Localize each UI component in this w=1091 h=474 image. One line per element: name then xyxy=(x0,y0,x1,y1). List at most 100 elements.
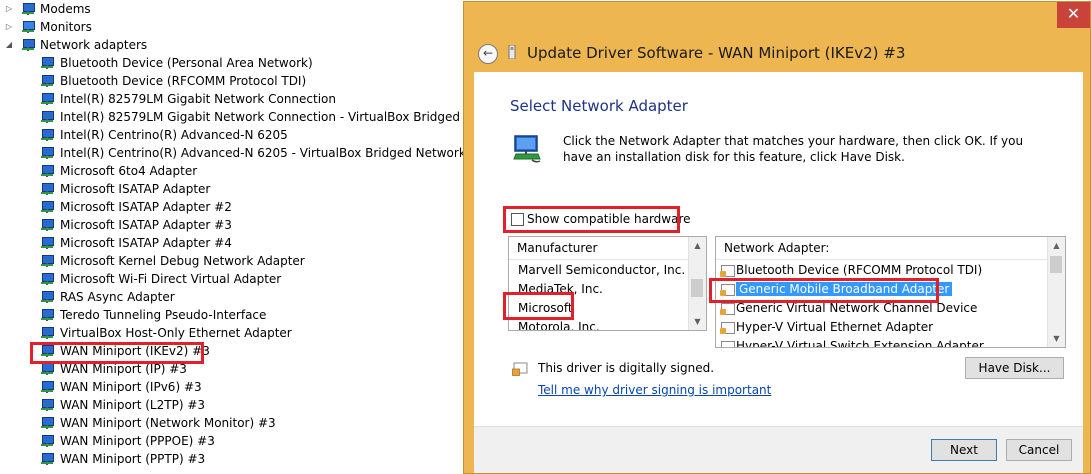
driver-icon xyxy=(508,45,516,59)
tree-item-label: Microsoft ISATAP Adapter #4 xyxy=(60,236,232,250)
network-adapter-icon xyxy=(40,380,54,394)
tree-item-label: Microsoft ISATAP Adapter #3 xyxy=(60,218,232,232)
network-adapter-icon xyxy=(21,38,35,52)
tree-item-label: WAN Miniport (PPTP) #3 xyxy=(60,452,206,466)
scroll-up-icon[interactable]: ▲ xyxy=(1048,237,1065,254)
driver-signing-link[interactable]: Tell me why driver signing is important xyxy=(538,383,771,397)
network-adapter-icon xyxy=(40,74,54,88)
network-adapter-icon xyxy=(40,398,54,412)
scroll-up-icon[interactable]: ▲ xyxy=(689,237,706,254)
network-adapter-icon xyxy=(40,326,54,340)
adapter-scrollbar[interactable]: ▲ ▼ xyxy=(1047,237,1065,347)
network-adapter-icon xyxy=(40,290,54,304)
network-adapter-icon xyxy=(40,254,54,268)
network-adapter-item[interactable]: Hyper-V Virtual Switch Extension Adapter xyxy=(720,337,984,348)
manufacturer-item[interactable]: MediaTek, Inc. xyxy=(518,280,603,299)
network-adapter-item-label: Hyper-V Virtual Switch Extension Adapter xyxy=(736,339,984,348)
network-adapter-icon xyxy=(40,218,54,232)
tree-item-label: Microsoft Kernel Debug Network Adapter xyxy=(60,254,305,268)
back-arrow-icon: ← xyxy=(482,46,494,60)
cancel-button[interactable]: Cancel xyxy=(1006,439,1072,461)
compatible-hardware-label: Show compatible hardware xyxy=(527,212,691,226)
tree-item-label: Teredo Tunneling Pseudo-Interface xyxy=(60,308,267,322)
network-adapter-icon xyxy=(40,308,54,322)
network-adapter-item[interactable]: Generic Virtual Network Channel Device xyxy=(720,299,977,318)
tree-item-label: Bluetooth Device (RFCOMM Protocol TDI) xyxy=(60,74,307,88)
close-button[interactable]: ✕ xyxy=(1057,2,1090,28)
tree-item-label: Intel(R) 82579LM Gigabit Network Connect… xyxy=(60,92,336,106)
dialog-content: Select Network Adapter Click the Network… xyxy=(474,72,1083,473)
driver-certificate-icon xyxy=(720,283,735,296)
tree-item-label: Bluetooth Device (Personal Area Network) xyxy=(60,56,313,70)
network-adapter-icon xyxy=(40,344,54,358)
manufacturer-list[interactable]: Manufacturer Marvell Semiconductor, Inc.… xyxy=(508,236,707,331)
tree-item-label: Microsoft ISATAP Adapter xyxy=(60,182,211,196)
signed-driver-icon xyxy=(512,362,528,376)
tree-category-label: Network adapters xyxy=(40,38,148,52)
tree-item-label: Microsoft Wi-Fi Direct Virtual Adapter xyxy=(60,272,282,286)
tree-item-label: Microsoft ISATAP Adapter #2 xyxy=(60,200,232,214)
tree-item-label: WAN Miniport (IP) #3 xyxy=(60,362,187,376)
scroll-thumb[interactable] xyxy=(1050,256,1062,273)
network-adapter-header: Network Adapter: xyxy=(716,237,1048,260)
network-adapter-item[interactable]: Generic Mobile Broadband Adapter xyxy=(720,280,953,299)
network-adapter-icon xyxy=(40,92,54,106)
tree-item-label: RAS Async Adapter xyxy=(60,290,175,304)
next-button[interactable]: Next xyxy=(931,439,997,461)
tree-item-label: WAN Miniport (PPPOE) #3 xyxy=(60,434,215,448)
network-adapter-icon xyxy=(40,236,54,250)
network-adapter-icon xyxy=(40,434,54,448)
network-adapter-item[interactable]: Bluetooth Device (RFCOMM Protocol TDI) xyxy=(720,261,982,280)
network-adapter-icon xyxy=(40,452,54,466)
section-title: Select Network Adapter xyxy=(510,97,688,115)
dialog-footer: Next Cancel xyxy=(474,426,1083,473)
scroll-thumb[interactable] xyxy=(691,279,703,297)
manufacturer-item[interactable]: Microsoft xyxy=(518,299,573,318)
tree-item-label: WAN Miniport (IPv6) #3 xyxy=(60,380,202,394)
network-adapter-item-label: Generic Virtual Network Channel Device xyxy=(736,301,978,315)
collapse-arrow-icon[interactable]: ◢ xyxy=(4,36,14,54)
instruction-text: Click the Network Adapter that matches y… xyxy=(563,134,1024,164)
dialog-title: Update Driver Software - WAN Miniport (I… xyxy=(527,44,906,62)
tree-item-label: WAN Miniport (Network Monitor) #3 xyxy=(60,416,276,430)
tree-item-label: Microsoft 6to4 Adapter xyxy=(60,164,198,178)
manufacturer-item[interactable]: Marvell Semiconductor, Inc. xyxy=(518,261,685,280)
network-adapter-icon xyxy=(40,416,54,430)
network-adapter-icon xyxy=(40,182,54,196)
network-adapter-item-label: Generic Mobile Broadband Adapter xyxy=(736,282,953,296)
manufacturer-header: Manufacturer xyxy=(509,237,689,260)
driver-certificate-icon xyxy=(720,321,735,334)
network-adapter-list[interactable]: Network Adapter: Bluetooth Device (RFCOM… xyxy=(715,236,1066,348)
scroll-down-icon[interactable]: ▼ xyxy=(1048,330,1065,347)
manufacturer-scrollbar[interactable]: ▲ ▼ xyxy=(688,237,706,330)
tree-item-label: Intel(R) Centrino(R) Advanced-N 6205 xyxy=(60,128,288,142)
network-adapter-icon xyxy=(513,135,541,163)
expand-arrow-icon[interactable]: ▷ xyxy=(4,0,14,18)
scroll-down-icon[interactable]: ▼ xyxy=(689,313,706,330)
network-adapter-icon xyxy=(40,146,54,160)
update-driver-dialog: ✕ ← Update Driver Software - WAN Minipor… xyxy=(463,1,1091,474)
back-button[interactable]: ← xyxy=(478,44,498,64)
monitor-icon xyxy=(21,20,35,34)
network-adapter-icon xyxy=(40,164,54,178)
tree-item-label: WAN Miniport (IKEv2) #3 xyxy=(60,344,210,358)
network-adapter-icon xyxy=(40,56,54,70)
network-adapter-icon xyxy=(40,362,54,376)
driver-certificate-icon xyxy=(720,264,735,277)
close-icon: ✕ xyxy=(1066,4,1081,23)
network-adapter-icon xyxy=(40,200,54,214)
network-adapter-item[interactable]: Hyper-V Virtual Ethernet Adapter xyxy=(720,318,933,337)
device-tree: ▷ Modems ▷ Monitors ◢ Network adapters Bluetoo… xyxy=(0,0,470,474)
network-adapter-item-label: Bluetooth Device (RFCOMM Protocol TDI) xyxy=(736,263,983,277)
network-adapter-icon xyxy=(40,128,54,142)
driver-certificate-icon xyxy=(720,340,735,347)
tree-category-label: Modems xyxy=(40,2,91,16)
compatible-hardware-checkbox[interactable] xyxy=(511,213,524,226)
tree-item-label: Intel(R) Centrino(R) Advanced-N 6205 - V… xyxy=(60,146,470,160)
manufacturer-item[interactable]: Motorola, Inc. xyxy=(518,318,600,330)
signed-status-text: This driver is digitally signed. xyxy=(538,361,715,375)
network-adapter-icon xyxy=(40,110,54,124)
have-disk-button[interactable]: Have Disk... xyxy=(965,357,1064,379)
tree-item-label: Intel(R) 82579LM Gigabit Network Connect… xyxy=(60,110,470,124)
expand-arrow-icon[interactable]: ▷ xyxy=(4,18,14,36)
